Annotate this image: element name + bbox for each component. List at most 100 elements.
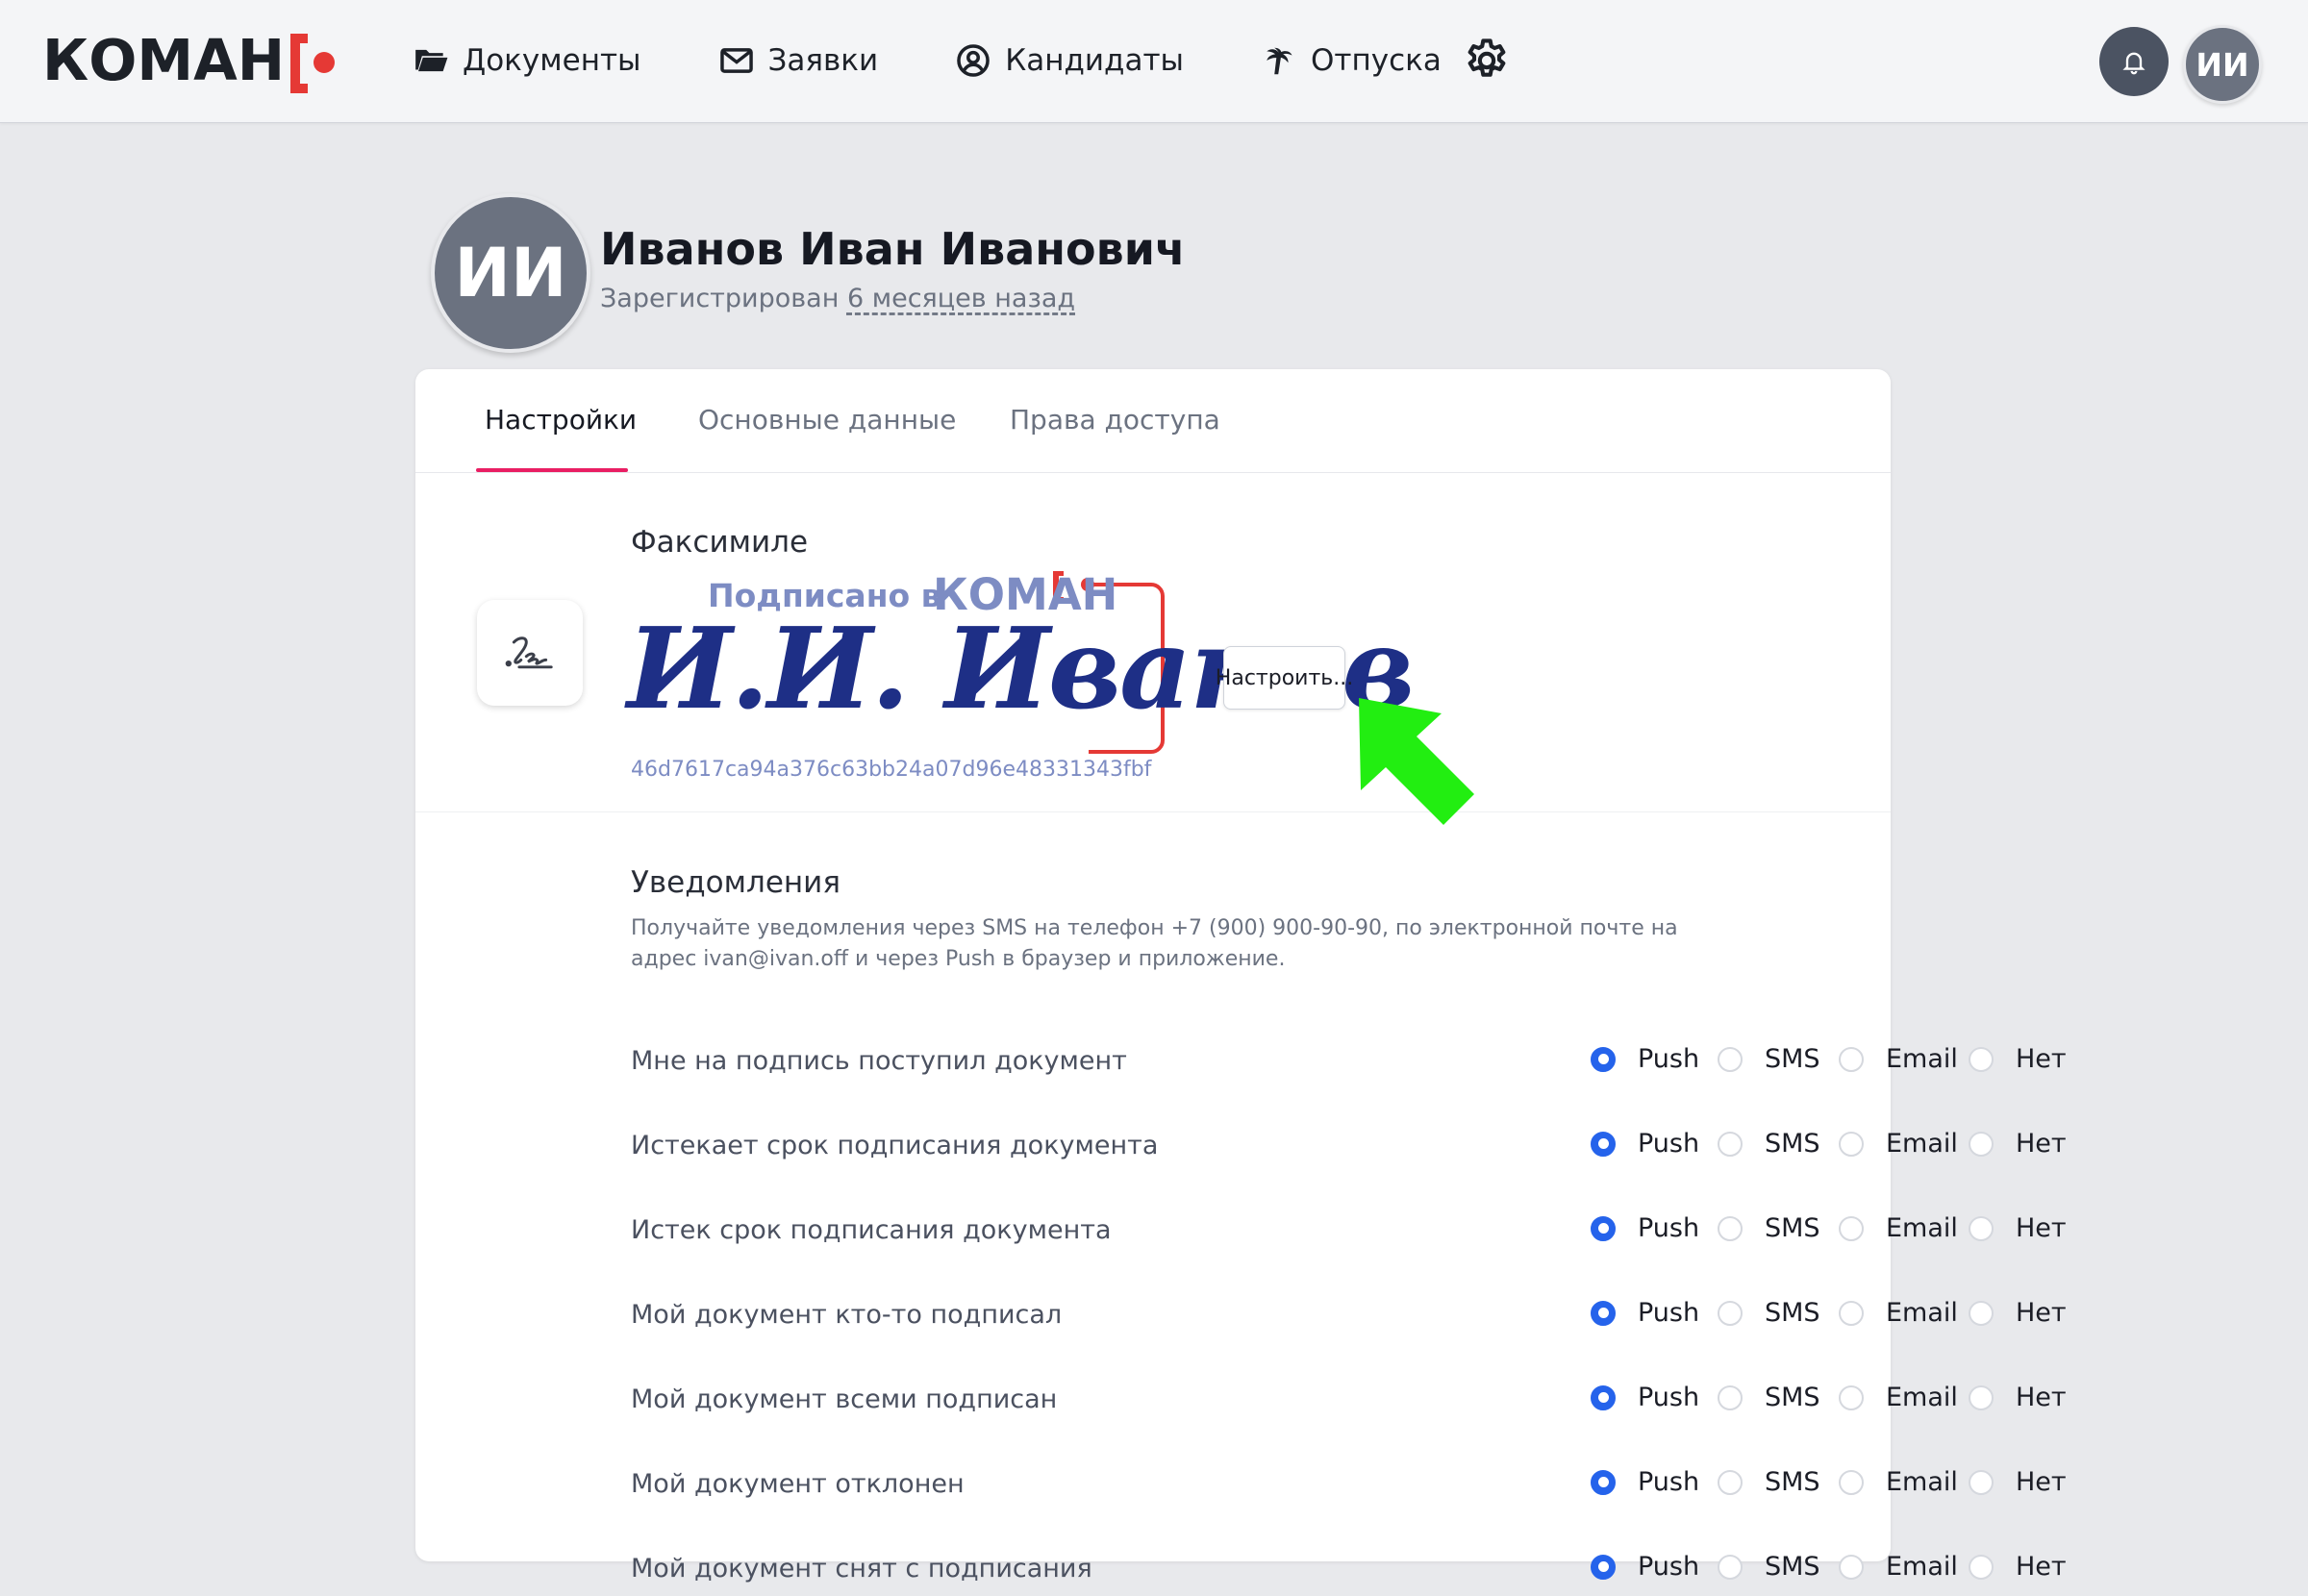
notification-option-none[interactable]: Нет	[1969, 1298, 2067, 1328]
radio-unchecked-icon[interactable]	[1969, 1384, 1994, 1410]
notification-option-push[interactable]: Push	[1591, 1552, 1699, 1582]
signature-hash: 46d7617ca94a376c63bb24a07d96e48331343fbf	[631, 758, 1152, 782]
registered-ago[interactable]: 6 месяцев назад	[847, 284, 1075, 313]
brand-name: КОМАН	[42, 26, 286, 93]
radio-checked-icon[interactable]	[1591, 1384, 1616, 1410]
radio-unchecked-icon[interactable]	[1718, 1215, 1743, 1241]
notification-option-push[interactable]: Push	[1591, 1213, 1699, 1243]
radio-unchecked-icon[interactable]	[1718, 1554, 1743, 1580]
radio-unchecked-icon[interactable]	[1969, 1300, 1994, 1326]
radio-checked-icon[interactable]	[1591, 1046, 1616, 1072]
notification-option-sms[interactable]: SMS	[1718, 1044, 1820, 1074]
settings-card: Настройки Основные данные Права доступа …	[415, 369, 2067, 1584]
notification-option-sms[interactable]: SMS	[1718, 1129, 1820, 1159]
radio-unchecked-icon[interactable]	[1718, 1046, 1743, 1072]
nav-label: Кандидаты	[1005, 43, 1185, 78]
gear-icon[interactable]	[1462, 36, 1512, 86]
notification-option-none[interactable]: Нет	[1969, 1044, 2067, 1074]
nav-vacations[interactable]: Отпуска	[1261, 42, 1442, 79]
notification-option-sms[interactable]: SMS	[1718, 1213, 1820, 1243]
notification-label: Мне на подпись поступил документ	[631, 1046, 1127, 1076]
notification-option-email[interactable]: Email	[1839, 1383, 1958, 1412]
radio-checked-icon[interactable]	[1591, 1469, 1616, 1495]
notification-option-email[interactable]: Email	[1839, 1129, 1958, 1159]
radio-unchecked-icon[interactable]	[1718, 1469, 1743, 1495]
radio-unchecked-icon[interactable]	[1969, 1131, 1994, 1157]
notification-option-push[interactable]: Push	[1591, 1467, 1699, 1497]
option-label: Email	[1886, 1552, 1958, 1582]
nav-candidates[interactable]: Кандидаты	[955, 42, 1184, 79]
bell-icon	[2122, 52, 2145, 75]
notification-label: Мой документ отклонен	[631, 1469, 965, 1499]
user-circle-icon	[957, 44, 990, 77]
nav-requests[interactable]: Заявки	[718, 42, 879, 79]
notification-option-email[interactable]: Email	[1839, 1552, 1958, 1582]
notifications-title: Уведомления	[631, 865, 840, 900]
notification-option-none[interactable]: Нет	[1969, 1383, 2067, 1412]
tab-settings[interactable]: Настройки	[485, 404, 637, 436]
radio-unchecked-icon[interactable]	[1718, 1131, 1743, 1157]
nav-label: Отпуска	[1311, 43, 1442, 78]
radio-unchecked-icon[interactable]	[1839, 1469, 1864, 1495]
option-label: Email	[1886, 1298, 1958, 1328]
radio-unchecked-icon[interactable]	[1969, 1554, 1994, 1580]
radio-unchecked-icon[interactable]	[1839, 1300, 1864, 1326]
top-bar: КОМАН Документы Заявки Кандидаты Отпуска…	[0, 0, 2308, 123]
envelope-icon	[719, 48, 753, 73]
option-label: Email	[1886, 1467, 1958, 1497]
radio-unchecked-icon[interactable]	[1969, 1469, 1994, 1495]
radio-unchecked-icon[interactable]	[1839, 1046, 1864, 1072]
notification-option-none[interactable]: Нет	[1969, 1467, 2067, 1497]
radio-unchecked-icon[interactable]	[1718, 1384, 1743, 1410]
notification-option-none[interactable]: Нет	[1969, 1552, 2067, 1582]
notification-label: Мой документ кто-то подписал	[631, 1300, 1063, 1330]
notification-row: Истек срок подписания документа Push SMS Em…	[415, 1200, 2067, 1258]
tab-basic-data[interactable]: Основные данные	[698, 404, 956, 436]
configure-facsimile-button[interactable]: Настроить...	[1216, 646, 1353, 710]
radio-unchecked-icon[interactable]	[1839, 1215, 1864, 1241]
tab-access-rights[interactable]: Права доступа	[1010, 404, 1220, 436]
notification-row: Истекает срок подписания документа Push SM…	[415, 1115, 2067, 1173]
palm-tree-icon	[1267, 47, 1292, 75]
hint-arrow-icon	[1359, 698, 1474, 825]
radio-unchecked-icon[interactable]	[1839, 1384, 1864, 1410]
option-label: Push	[1638, 1298, 1700, 1328]
facsimile-icon-tile	[477, 600, 583, 706]
radio-unchecked-icon[interactable]	[1969, 1215, 1994, 1241]
notification-label: Истек срок подписания документа	[631, 1215, 1112, 1245]
brand-logo[interactable]: КОМАН	[42, 25, 339, 94]
notification-option-email[interactable]: Email	[1839, 1298, 1958, 1328]
notification-option-none[interactable]: Нет	[1969, 1213, 2067, 1243]
option-label: SMS	[1765, 1552, 1820, 1582]
radio-checked-icon[interactable]	[1591, 1215, 1616, 1241]
notification-option-email[interactable]: Email	[1839, 1044, 1958, 1074]
radio-checked-icon[interactable]	[1591, 1554, 1616, 1580]
radio-checked-icon[interactable]	[1591, 1300, 1616, 1326]
notification-option-none[interactable]: Нет	[1969, 1129, 2067, 1159]
notification-option-email[interactable]: Email	[1839, 1467, 1958, 1497]
radio-checked-icon[interactable]	[1591, 1131, 1616, 1157]
notification-option-push[interactable]: Push	[1591, 1298, 1699, 1328]
option-label: Нет	[2016, 1213, 2067, 1243]
notification-option-sms[interactable]: SMS	[1718, 1552, 1820, 1582]
notification-option-push[interactable]: Push	[1591, 1129, 1699, 1159]
option-label: Push	[1638, 1383, 1700, 1412]
radio-unchecked-icon[interactable]	[1969, 1046, 1994, 1072]
option-label: Нет	[2016, 1467, 2067, 1497]
notification-option-sms[interactable]: SMS	[1718, 1383, 1820, 1412]
nav-label: Заявки	[767, 43, 879, 78]
user-avatar-menu[interactable]: ИИ	[2183, 25, 2262, 104]
notification-option-sms[interactable]: SMS	[1718, 1467, 1820, 1497]
notification-option-sms[interactable]: SMS	[1718, 1298, 1820, 1328]
notifications-button[interactable]	[2099, 27, 2169, 96]
option-label: Нет	[2016, 1298, 2067, 1328]
notification-row: Мой документ кто-то подписал Push SMS Email…	[415, 1284, 2067, 1342]
radio-unchecked-icon[interactable]	[1839, 1131, 1864, 1157]
nav-documents[interactable]: Документы	[413, 42, 641, 79]
notification-option-push[interactable]: Push	[1591, 1044, 1699, 1074]
notification-option-push[interactable]: Push	[1591, 1383, 1699, 1412]
option-label: Email	[1886, 1383, 1958, 1412]
radio-unchecked-icon[interactable]	[1839, 1554, 1864, 1580]
notification-option-email[interactable]: Email	[1839, 1213, 1958, 1243]
radio-unchecked-icon[interactable]	[1718, 1300, 1743, 1326]
